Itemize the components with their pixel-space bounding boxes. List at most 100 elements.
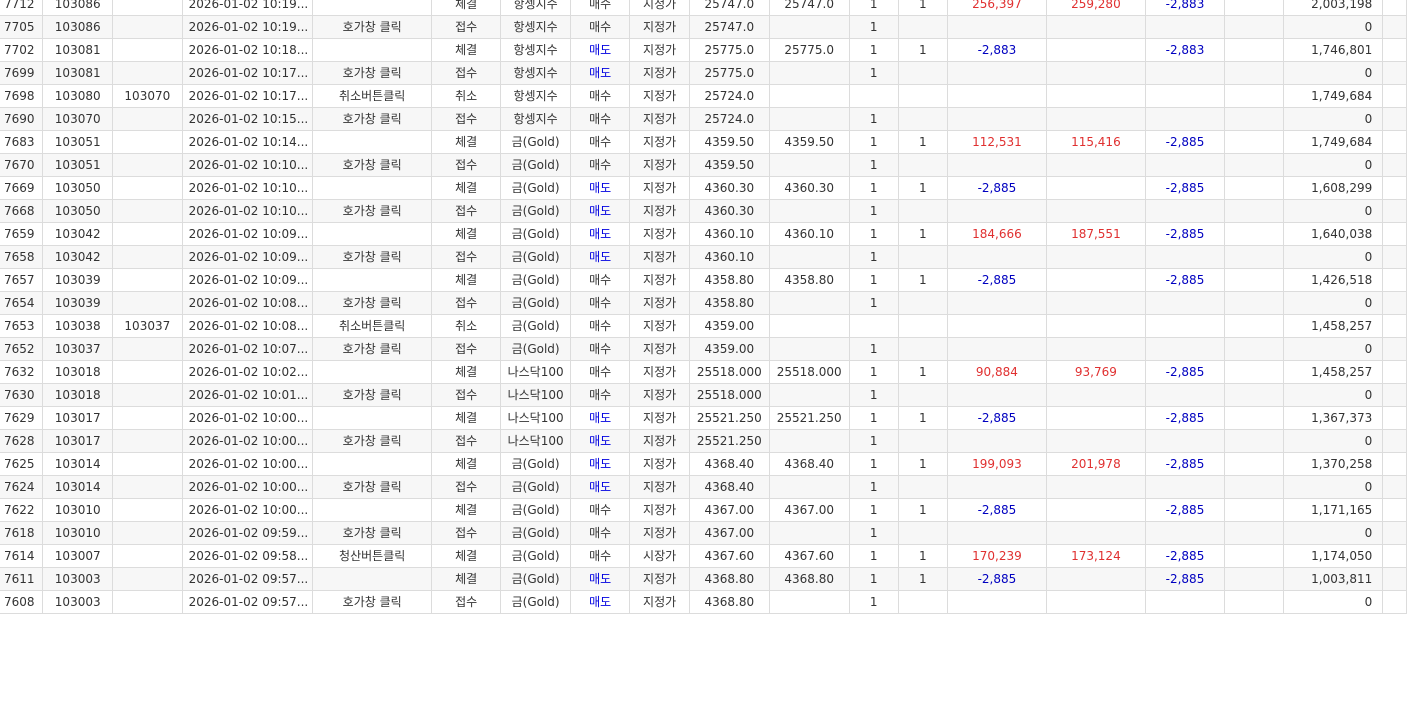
table-row[interactable]: 7683 103051 2026-01-02 10:14... 체결 금(Gold) 매수…: [0, 130, 1407, 154]
table-row[interactable]: 7657 103039 2026-01-02 10:09... 체결 금(Gold) 매수…: [0, 268, 1407, 292]
order-price-cell: 4368.80: [689, 567, 770, 591]
balance-cell: 1,608,299: [1283, 176, 1384, 200]
edge-cell: [1382, 199, 1407, 223]
spacer-cell: [1224, 498, 1284, 522]
order-no-cell: 103017: [42, 429, 114, 453]
row-id-cell: 7652: [0, 337, 44, 361]
table-row[interactable]: 7668 103050 2026-01-02 10:10... 호가창 클릭 접수 금(G…: [0, 199, 1407, 223]
order-kind-cell: 지정가: [629, 452, 690, 476]
order-price-cell: 4359.50: [689, 153, 770, 177]
fee-cell: [1145, 475, 1226, 499]
table-row[interactable]: 7624 103014 2026-01-02 10:00... 호가창 클릭 접수 금(G…: [0, 475, 1407, 499]
table-row[interactable]: 7628 103017 2026-01-02 10:00... 호가창 클릭 접수 나스닥…: [0, 429, 1407, 453]
side-cell: 매수: [570, 360, 631, 384]
table-row[interactable]: 7652 103037 2026-01-02 10:07... 호가창 클릭 접수 금(G…: [0, 337, 1407, 361]
order-qty-cell: 1: [849, 268, 899, 292]
orig-order-no-cell: [112, 38, 183, 62]
orig-order-no-cell: [112, 291, 183, 315]
order-price-cell: 25724.0: [689, 107, 770, 131]
status-cell: 취소: [431, 314, 502, 338]
edge-cell: [1382, 222, 1407, 246]
fee-cell: [1145, 245, 1226, 269]
table-row[interactable]: 7632 103018 2026-01-02 10:02... 체결 나스닥100 매수 지…: [0, 360, 1407, 384]
side-cell: 매도: [570, 245, 631, 269]
spacer-cell: [1224, 222, 1284, 246]
table-row[interactable]: 7702 103081 2026-01-02 10:18... 체결 항셍지수 매도 지정가…: [0, 38, 1407, 62]
fee-cell: -2,885: [1145, 567, 1226, 591]
side-cell: 매도: [570, 475, 631, 499]
order-kind-cell: 지정가: [629, 498, 690, 522]
row-id-cell: 7625: [0, 452, 44, 476]
order-qty-cell: 1: [849, 15, 899, 39]
order-no-cell: 103018: [42, 360, 114, 384]
gross-profit-cell: [1046, 406, 1146, 430]
spacer-cell: [1224, 475, 1284, 499]
balance-cell: 1,367,373: [1283, 406, 1384, 430]
table-row[interactable]: 7698 103080 103070 2026-01-02 10:17... 취소버튼클…: [0, 84, 1407, 108]
status-cell: 체결: [431, 567, 502, 591]
time-cell: 2026-01-02 10:00...: [182, 475, 314, 499]
table-row[interactable]: 7699 103081 2026-01-02 10:17... 호가창 클릭 접수 항셍지…: [0, 61, 1407, 85]
table-row[interactable]: 7669 103050 2026-01-02 10:10... 체결 금(Gold) 매도…: [0, 176, 1407, 200]
balance-cell: 0: [1283, 61, 1384, 85]
edge-cell: [1382, 475, 1407, 499]
orig-order-no-cell: 103037: [112, 314, 183, 338]
balance-cell: 0: [1283, 245, 1384, 269]
table-row[interactable]: 7629 103017 2026-01-02 10:00... 체결 나스닥100 매도 지…: [0, 406, 1407, 430]
table-row[interactable]: 7618 103010 2026-01-02 09:59... 호가창 클릭 접수 금(G…: [0, 521, 1407, 545]
edge-cell: [1382, 38, 1407, 62]
status-cell: 체결: [431, 544, 502, 568]
order-qty-cell: 1: [849, 360, 899, 384]
row-id-cell: 7698: [0, 84, 44, 108]
orig-order-no-cell: [112, 452, 183, 476]
table-row[interactable]: 7611 103003 2026-01-02 09:57... 체결 금(Gold) 매도…: [0, 567, 1407, 591]
table-row[interactable]: 7690 103070 2026-01-02 10:15... 호가창 클릭 접수 항셍지…: [0, 107, 1407, 131]
row-id-cell: 7669: [0, 176, 44, 200]
instrument-cell: 금(Gold): [500, 521, 572, 545]
fee-cell: -2,885: [1145, 452, 1226, 476]
instrument-cell: 금(Gold): [500, 590, 572, 614]
order-kind-cell: 지정가: [629, 176, 690, 200]
table-row[interactable]: 7622 103010 2026-01-02 10:00... 체결 금(Gold) 매수…: [0, 498, 1407, 522]
table-row[interactable]: 7630 103018 2026-01-02 10:01... 호가창 클릭 접수 나스닥…: [0, 383, 1407, 407]
fee-cell: [1145, 153, 1226, 177]
status-cell: 접수: [431, 337, 502, 361]
orig-order-no-cell: [112, 498, 183, 522]
table-row[interactable]: 7705 103086 2026-01-02 10:19... 호가창 클릭 접수 항셍지…: [0, 15, 1407, 39]
order-kind-cell: 지정가: [629, 268, 690, 292]
row-id-cell: 7705: [0, 15, 44, 39]
action-cell: 호가창 클릭: [312, 245, 433, 269]
fee-cell: -2,885: [1145, 544, 1226, 568]
order-kind-cell: 지정가: [629, 383, 690, 407]
order-price-cell: 25775.0: [689, 38, 770, 62]
fee-cell: [1145, 383, 1226, 407]
table-row[interactable]: 7625 103014 2026-01-02 10:00... 체결 금(Gold) 매도…: [0, 452, 1407, 476]
time-cell: 2026-01-02 10:00...: [182, 452, 314, 476]
action-cell: 호가창 클릭: [312, 590, 433, 614]
status-cell: 체결: [431, 130, 502, 154]
action-cell: [312, 498, 433, 522]
order-no-cell: 103080: [42, 84, 114, 108]
fill-price-cell: [769, 245, 850, 269]
fee-cell: [1145, 199, 1226, 223]
gross-profit-cell: 187,551: [1046, 222, 1146, 246]
table-row[interactable]: 7670 103051 2026-01-02 10:10... 호가창 클릭 접수 금(G…: [0, 153, 1407, 177]
order-kind-cell: 지정가: [629, 84, 690, 108]
instrument-cell: 금(Gold): [500, 153, 572, 177]
order-qty-cell: 1: [849, 544, 899, 568]
side-cell: 매수: [570, 153, 631, 177]
table-row[interactable]: 7608 103003 2026-01-02 09:57... 호가창 클릭 접수 금(G…: [0, 590, 1407, 614]
action-cell: 호가창 클릭: [312, 337, 433, 361]
gross-profit-cell: [1046, 475, 1146, 499]
action-cell: 호가창 클릭: [312, 429, 433, 453]
table-row[interactable]: 7653 103038 103037 2026-01-02 10:08... 취소버튼클…: [0, 314, 1407, 338]
table-row[interactable]: 7712 103086 2026-01-02 10:19... 체결 항셍지수 매수 지정가…: [0, 0, 1407, 16]
table-row[interactable]: 7658 103042 2026-01-02 10:09... 호가창 클릭 접수 금(G…: [0, 245, 1407, 269]
order-qty-cell: 1: [849, 176, 899, 200]
row-id-cell: 7712: [0, 0, 44, 16]
order-qty-cell: 1: [849, 245, 899, 269]
table-row[interactable]: 7659 103042 2026-01-02 10:09... 체결 금(Gold) 매도…: [0, 222, 1407, 246]
fill-price-cell: [769, 84, 850, 108]
table-row[interactable]: 7614 103007 2026-01-02 09:58... 청산버튼클릭 체결 금(G…: [0, 544, 1407, 568]
table-row[interactable]: 7654 103039 2026-01-02 10:08... 호가창 클릭 접수 금(G…: [0, 291, 1407, 315]
